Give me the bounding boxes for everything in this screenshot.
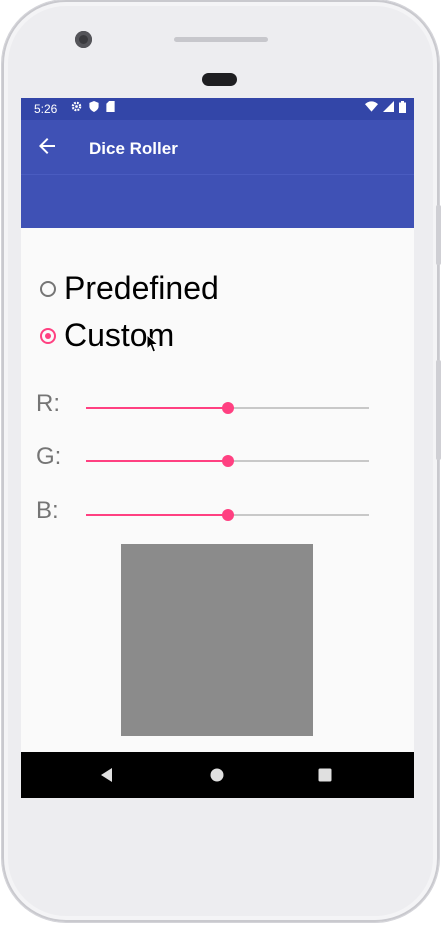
top-speaker-grille <box>174 37 268 42</box>
radio-button-custom[interactable] <box>40 327 56 344</box>
slider-thumb-red[interactable] <box>221 402 234 414</box>
radio-label-predefined: Predefined <box>64 270 219 306</box>
slider-label-blue: B: <box>36 497 59 524</box>
arrow-back-icon[interactable] <box>35 134 59 158</box>
signal-icon <box>383 101 394 112</box>
gear-icon <box>71 101 82 112</box>
slider-fill-blue <box>86 514 228 516</box>
color-preview-box <box>121 544 313 736</box>
status-bar: 5:26 <box>21 98 414 120</box>
volume-button <box>436 360 441 460</box>
app-bar: Dice Roller <box>21 120 414 228</box>
slider-row-blue: B: <box>36 497 376 527</box>
slider-fill-red <box>86 407 228 409</box>
app-title: Dice Roller <box>89 139 178 158</box>
recents-square-icon[interactable] <box>315 765 335 785</box>
battery-icon <box>399 101 406 113</box>
sim-card-icon <box>106 101 115 112</box>
wifi-icon <box>365 101 378 112</box>
navigation-bar <box>21 752 414 798</box>
slider-label-red: R: <box>36 390 60 417</box>
mouse-cursor-icon <box>146 334 160 353</box>
slider-row-red: R: <box>36 390 376 420</box>
radio-button-predefined[interactable] <box>40 280 56 297</box>
status-icons-left <box>71 101 115 112</box>
device-screen: 5:26 Dice Roller Predefined Custom R: G:… <box>21 98 414 798</box>
slider-row-green: G: <box>36 443 376 473</box>
slider-blue[interactable] <box>86 509 369 521</box>
status-icons-right <box>365 101 406 113</box>
front-camera <box>75 31 92 48</box>
slider-green[interactable] <box>86 455 369 467</box>
slider-red[interactable] <box>86 402 369 414</box>
power-button <box>436 205 441 265</box>
slider-thumb-green[interactable] <box>221 455 234 467</box>
slider-label-green: G: <box>36 443 62 470</box>
back-triangle-icon[interactable] <box>97 765 117 785</box>
app-bar-divider <box>21 174 414 175</box>
slider-fill-green <box>86 460 228 462</box>
shield-icon <box>89 101 99 112</box>
radio-option-predefined[interactable]: Predefined <box>40 270 219 307</box>
earpiece <box>202 73 237 86</box>
status-time: 5:26 <box>34 102 58 116</box>
slider-thumb-blue[interactable] <box>221 509 234 521</box>
home-circle-icon[interactable] <box>207 765 227 785</box>
